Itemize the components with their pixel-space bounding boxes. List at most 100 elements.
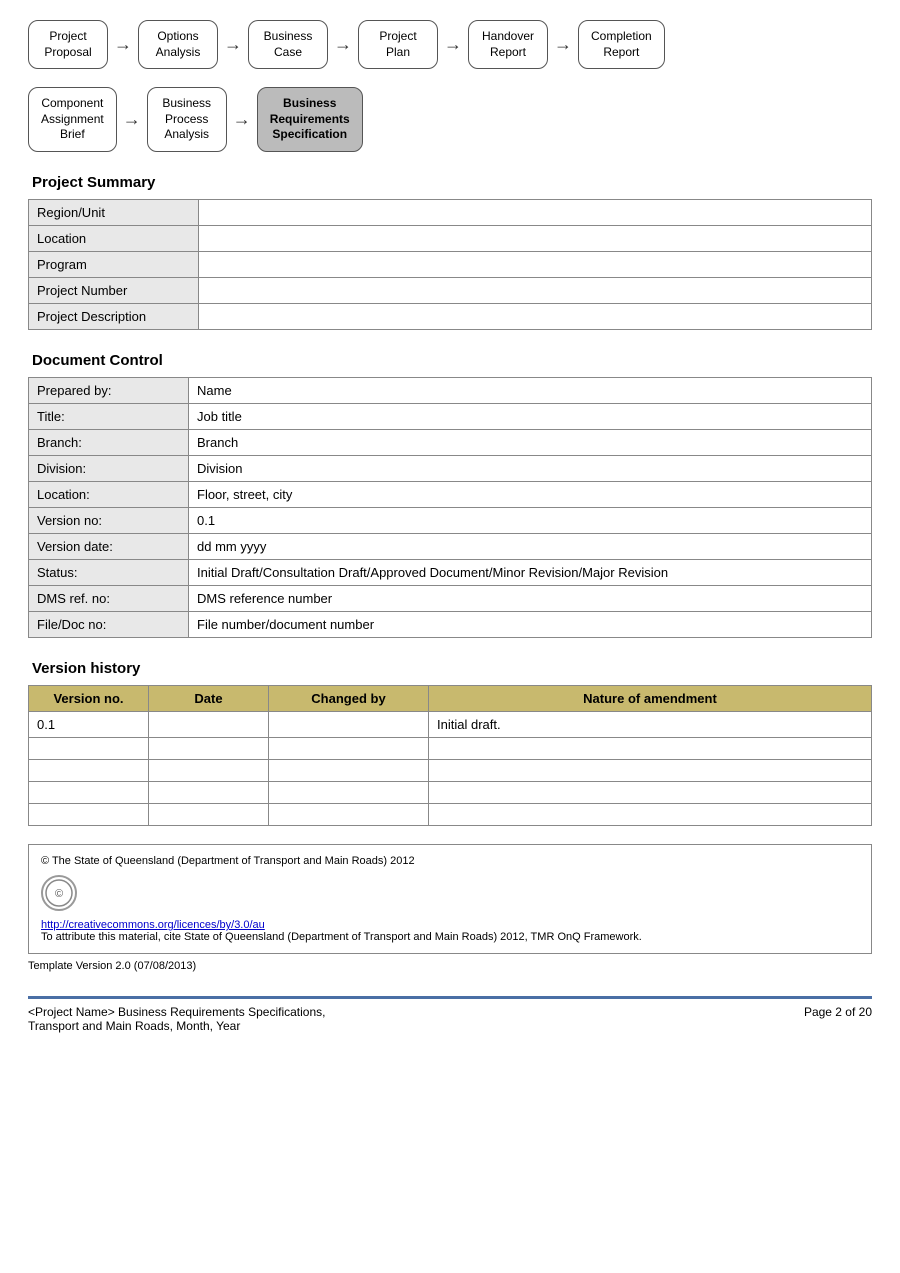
- document-control-title: Document Control: [28, 352, 872, 369]
- value-location: [199, 225, 872, 251]
- cc-link[interactable]: http://creativecommons.org/licences/by/3…: [41, 919, 859, 931]
- cell-changed-by: [269, 803, 429, 825]
- col-version-no: Version no.: [29, 685, 149, 711]
- cell-nature: [429, 737, 872, 759]
- label-file-doc: File/Doc no:: [29, 611, 189, 637]
- arrow-icon: →: [444, 34, 462, 55]
- label-region-unit: Region/Unit: [29, 199, 199, 225]
- arrow-icon: →: [334, 34, 352, 55]
- flow-step-project-proposal: ProjectProposal: [28, 20, 108, 69]
- cell-date: [149, 737, 269, 759]
- cell-date: [149, 759, 269, 781]
- label-project-number: Project Number: [29, 277, 199, 303]
- table-row: 0.1 Initial draft.: [29, 711, 872, 737]
- cell-changed-by: [269, 711, 429, 737]
- flow-step-options-analysis: OptionsAnalysis: [138, 20, 218, 69]
- flow-step-component-assignment-brief: ComponentAssignmentBrief: [28, 87, 117, 152]
- footer-line-1: <Project Name> Business Requirements Spe…: [28, 1005, 325, 1019]
- table-row: Location: Floor, street, city: [29, 481, 872, 507]
- label-branch: Branch:: [29, 429, 189, 455]
- document-control-table: Prepared by: Name Title: Job title Branc…: [28, 377, 872, 638]
- cell-version: [29, 737, 149, 759]
- cell-date: [149, 711, 269, 737]
- cell-changed-by: [269, 737, 429, 759]
- label-location: Location: [29, 225, 199, 251]
- label-version-no: Version no:: [29, 507, 189, 533]
- label-division: Division:: [29, 455, 189, 481]
- arrow-icon: →: [114, 34, 132, 55]
- col-nature: Nature of amendment: [429, 685, 872, 711]
- table-header-row: Version no. Date Changed by Nature of am…: [29, 685, 872, 711]
- table-row: Status: Initial Draft/Consultation Draft…: [29, 559, 872, 585]
- table-row: Division: Division: [29, 455, 872, 481]
- cell-date: [149, 803, 269, 825]
- value-prepared-by: Name: [189, 377, 872, 403]
- cell-nature: Initial draft.: [429, 711, 872, 737]
- table-row: Version no: 0.1: [29, 507, 872, 533]
- cell-version: [29, 759, 149, 781]
- value-program: [199, 251, 872, 277]
- label-title: Title:: [29, 403, 189, 429]
- table-row: File/Doc no: File number/document number: [29, 611, 872, 637]
- label-dms-ref: DMS ref. no:: [29, 585, 189, 611]
- value-region-unit: [199, 199, 872, 225]
- table-row: Project Number: [29, 277, 872, 303]
- label-project-description: Project Description: [29, 303, 199, 329]
- cell-version: 0.1: [29, 711, 149, 737]
- cc-logo-icon: ©: [41, 875, 77, 911]
- value-file-doc: File number/document number: [189, 611, 872, 637]
- arrow-icon: →: [233, 109, 251, 130]
- page-footer: <Project Name> Business Requirements Spe…: [28, 996, 872, 1033]
- version-history-title: Version history: [28, 660, 872, 677]
- table-row: [29, 781, 872, 803]
- label-prepared-by: Prepared by:: [29, 377, 189, 403]
- value-title: Job title: [189, 403, 872, 429]
- template-version-text: Template Version 2.0 (07/08/2013): [28, 960, 872, 972]
- cell-date: [149, 781, 269, 803]
- cell-nature: [429, 759, 872, 781]
- flow-diagram-1: ProjectProposal → OptionsAnalysis → Busi…: [28, 20, 872, 69]
- arrow-icon: →: [224, 34, 242, 55]
- cell-nature: [429, 803, 872, 825]
- table-row: Branch: Branch: [29, 429, 872, 455]
- value-dms-ref: DMS reference number: [189, 585, 872, 611]
- value-division: Division: [189, 455, 872, 481]
- cc-link-anchor[interactable]: http://creativecommons.org/licences/by/3…: [41, 919, 265, 931]
- cell-changed-by: [269, 781, 429, 803]
- flow-step-business-case: BusinessCase: [248, 20, 328, 69]
- label-status: Status:: [29, 559, 189, 585]
- cell-nature: [429, 781, 872, 803]
- flow-step-business-requirements-specification: BusinessRequirementsSpecification: [257, 87, 363, 152]
- value-project-number: [199, 277, 872, 303]
- table-row: [29, 759, 872, 781]
- page-number: Page 2 of 20: [804, 1005, 872, 1019]
- table-row: Location: [29, 225, 872, 251]
- page-footer-left: <Project Name> Business Requirements Spe…: [28, 1005, 325, 1033]
- arrow-icon: →: [554, 34, 572, 55]
- table-row: [29, 737, 872, 759]
- flow-step-completion-report: CompletionReport: [578, 20, 665, 69]
- label-location: Location:: [29, 481, 189, 507]
- cell-version: [29, 781, 149, 803]
- arrow-icon: →: [123, 109, 141, 130]
- version-history-table: Version no. Date Changed by Nature of am…: [28, 685, 872, 826]
- col-date: Date: [149, 685, 269, 711]
- value-version-date: dd mm yyyy: [189, 533, 872, 559]
- table-row: [29, 803, 872, 825]
- project-summary-title: Project Summary: [28, 174, 872, 191]
- svg-text:©: ©: [55, 888, 63, 900]
- value-version-no: 0.1: [189, 507, 872, 533]
- cell-version: [29, 803, 149, 825]
- label-program: Program: [29, 251, 199, 277]
- copyright-footer: © The State of Queensland (Department of…: [28, 844, 872, 954]
- flow-step-project-plan: ProjectPlan: [358, 20, 438, 69]
- table-row: Title: Job title: [29, 403, 872, 429]
- project-summary-table: Region/Unit Location Program Project Num…: [28, 199, 872, 330]
- footer-line-2: Transport and Main Roads, Month, Year: [28, 1019, 325, 1033]
- copyright-text: © The State of Queensland (Department of…: [41, 855, 859, 867]
- flow-step-business-process-analysis: BusinessProcessAnalysis: [147, 87, 227, 152]
- attribution-text: To attribute this material, cite State o…: [41, 931, 859, 943]
- table-row: Version date: dd mm yyyy: [29, 533, 872, 559]
- cell-changed-by: [269, 759, 429, 781]
- value-project-description: [199, 303, 872, 329]
